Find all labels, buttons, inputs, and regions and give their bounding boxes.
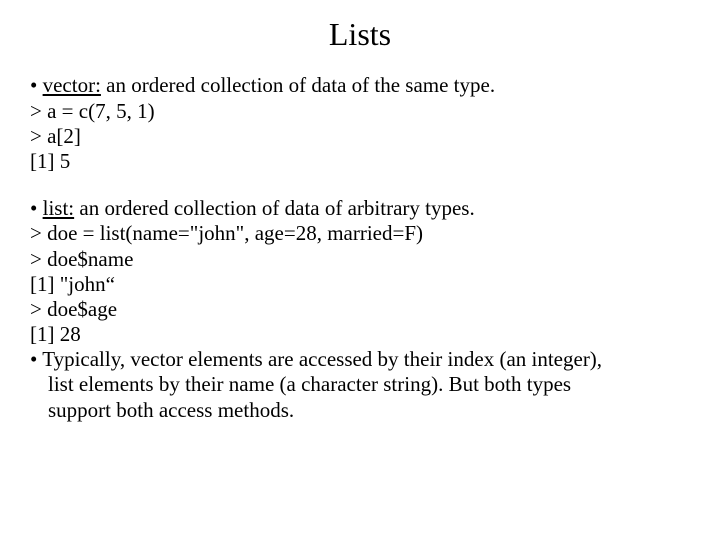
- code-line: > doe$name: [30, 247, 690, 272]
- list-desc: an ordered collection of data of arbitra…: [74, 196, 475, 220]
- code-line: [1] "john“: [30, 272, 690, 297]
- list-definition: • list: an ordered collection of data of…: [30, 196, 690, 221]
- vector-section: • vector: an ordered collection of data …: [30, 73, 690, 174]
- note-line1: • Typically, vector elements are accesse…: [30, 347, 690, 372]
- bullet-marker: •: [30, 73, 43, 97]
- vector-term: vector:: [43, 73, 101, 97]
- code-line: > a = c(7, 5, 1): [30, 99, 690, 124]
- code-line: [1] 5: [30, 149, 690, 174]
- slide-title: Lists: [30, 15, 690, 53]
- bullet-marker: •: [30, 196, 43, 220]
- note-line3: support both access methods.: [30, 398, 690, 423]
- code-line: > doe = list(name="john", age=28, marrie…: [30, 221, 690, 246]
- list-section: • list: an ordered collection of data of…: [30, 196, 690, 423]
- slide-content: Lists • vector: an ordered collection of…: [0, 0, 720, 465]
- code-line: [1] 28: [30, 322, 690, 347]
- code-line: > a[2]: [30, 124, 690, 149]
- note-line2: list elements by their name (a character…: [30, 372, 690, 397]
- vector-definition: • vector: an ordered collection of data …: [30, 73, 690, 98]
- list-term: list:: [43, 196, 75, 220]
- code-line: > doe$age: [30, 297, 690, 322]
- vector-desc: an ordered collection of data of the sam…: [101, 73, 495, 97]
